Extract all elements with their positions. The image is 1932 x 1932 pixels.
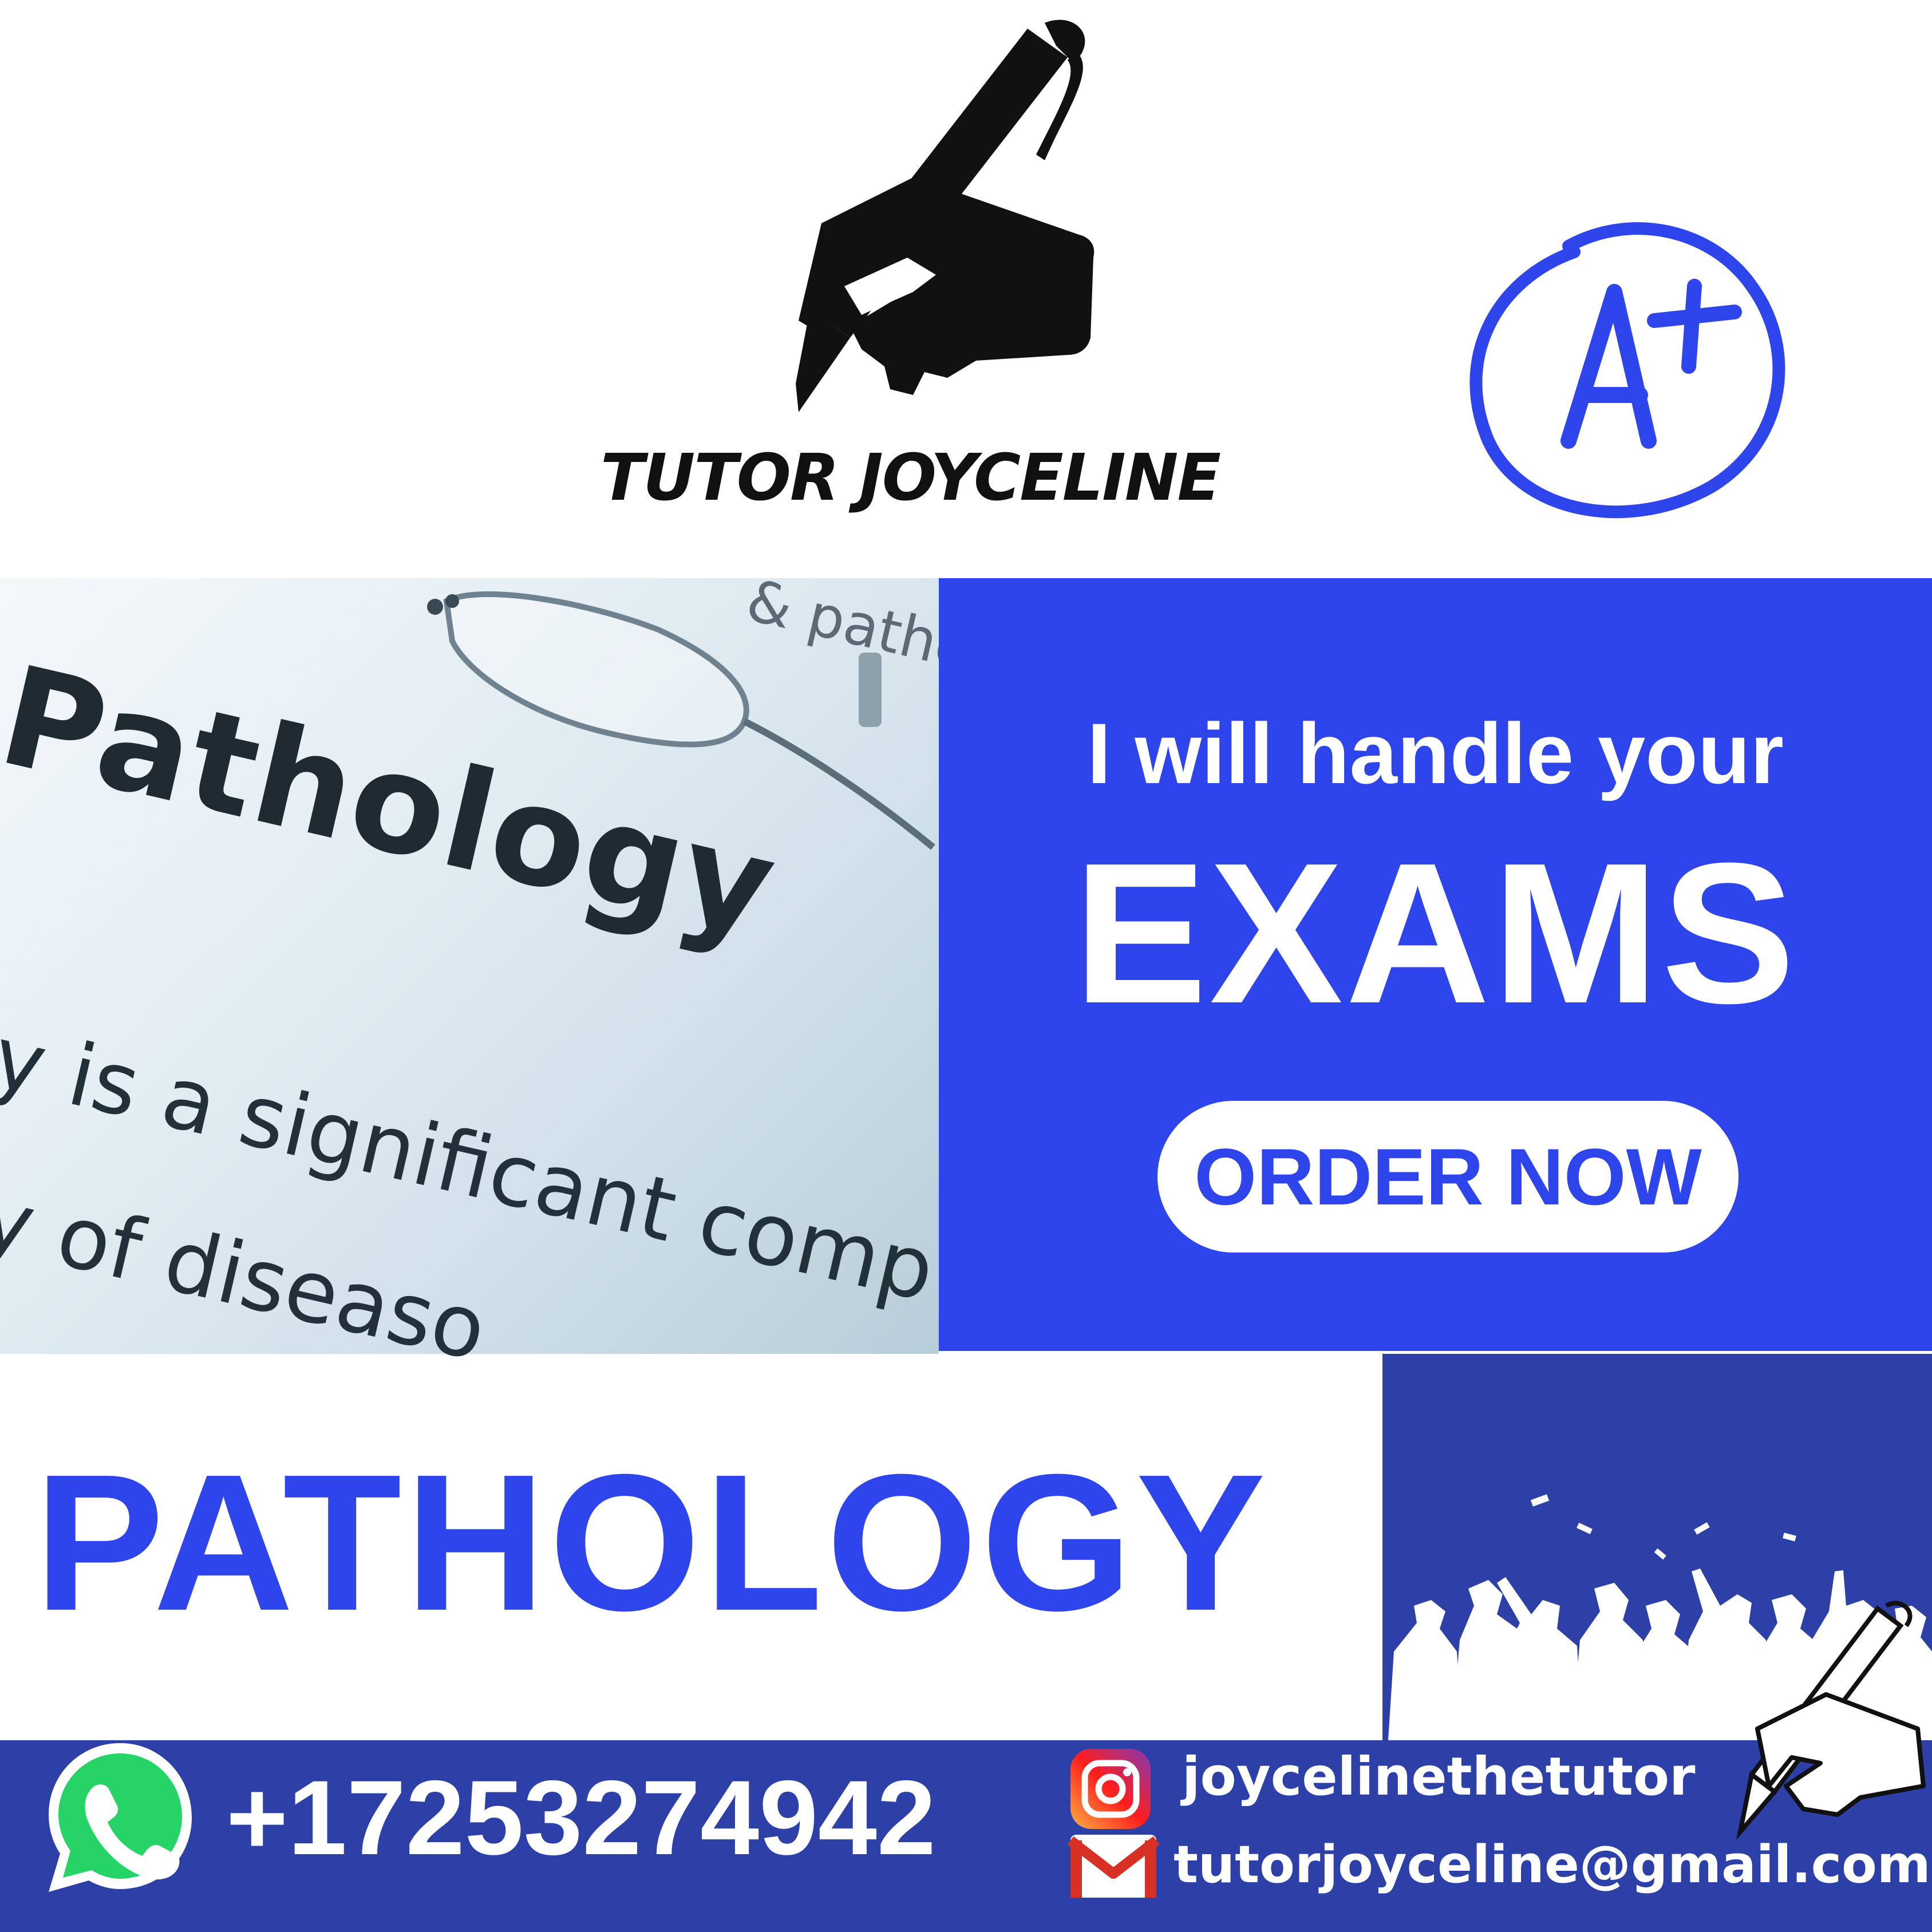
phone-number[interactable]: +17253274942 xyxy=(226,1757,936,1879)
a-plus-grade-icon xyxy=(1469,222,1785,518)
instagram-icon[interactable] xyxy=(1068,1746,1153,1832)
subject-title: PATHOLOGY xyxy=(34,1434,1269,1652)
order-now-button[interactable]: ORDER NOW xyxy=(1157,1101,1739,1253)
promo-headline: EXAMS xyxy=(1073,821,1797,1045)
instagram-handle[interactable]: joycelinethetutor xyxy=(1182,1746,1696,1807)
email-address[interactable]: tutorjoyceline@gmail.com xyxy=(1174,1835,1931,1895)
promo-tagline: I will handle your xyxy=(1087,705,1784,801)
gmail-icon[interactable] xyxy=(1068,1829,1159,1903)
brand-name: TUTOR JOYCELINE xyxy=(600,441,1221,515)
whatsapp-icon[interactable] xyxy=(34,1732,206,1903)
pen-hand-icon xyxy=(1736,1601,1926,1840)
pen-hand-icon xyxy=(796,19,1095,412)
